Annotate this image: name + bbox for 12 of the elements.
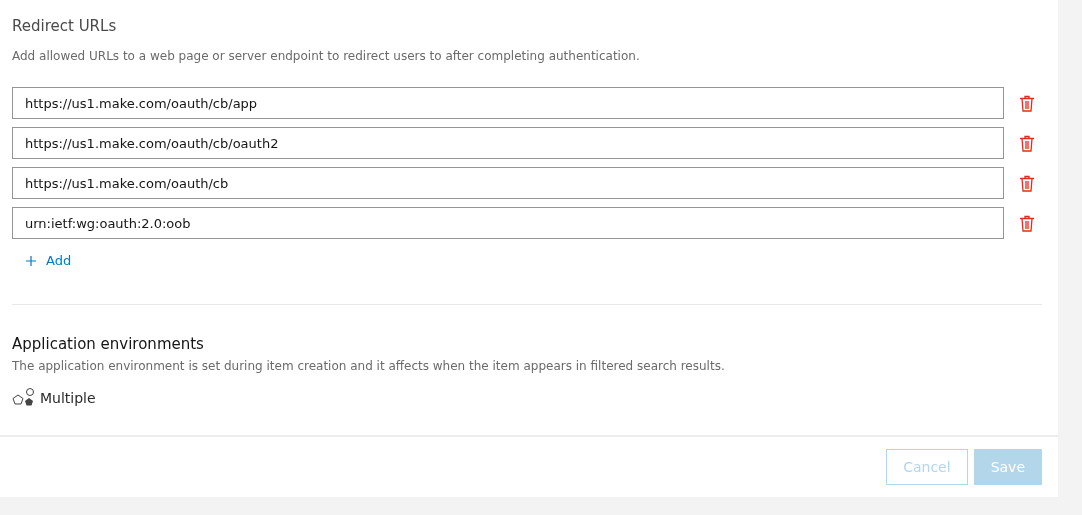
url-field[interactable]: https://us1.make.com/oauth/cb/oauth2: [12, 127, 1004, 159]
shapes-icon: [12, 387, 36, 409]
url-field[interactable]: urn:ietf:wg:oauth:2.0:oob: [12, 207, 1004, 239]
add-button[interactable]: Add: [12, 247, 86, 274]
section-title: Application environments: [12, 335, 205, 353]
url-field[interactable]: https://us1.make.com/oauth/cb: [12, 167, 1004, 199]
section-title: Redirect URLs: [12, 17, 118, 35]
url-field[interactable]: https://us1.make.com/oauth/cb/app: [12, 87, 1004, 119]
environment-value: Multiple: [40, 390, 96, 406]
section-description: The application environment is set during item creation and it affects when the item appears in filtered search results.: [12, 359, 726, 373]
plus-icon: [26, 255, 36, 266]
section-description: Add allowed URLs to a web page or server endpoint to redirect users to after completing authentication.: [12, 49, 641, 63]
